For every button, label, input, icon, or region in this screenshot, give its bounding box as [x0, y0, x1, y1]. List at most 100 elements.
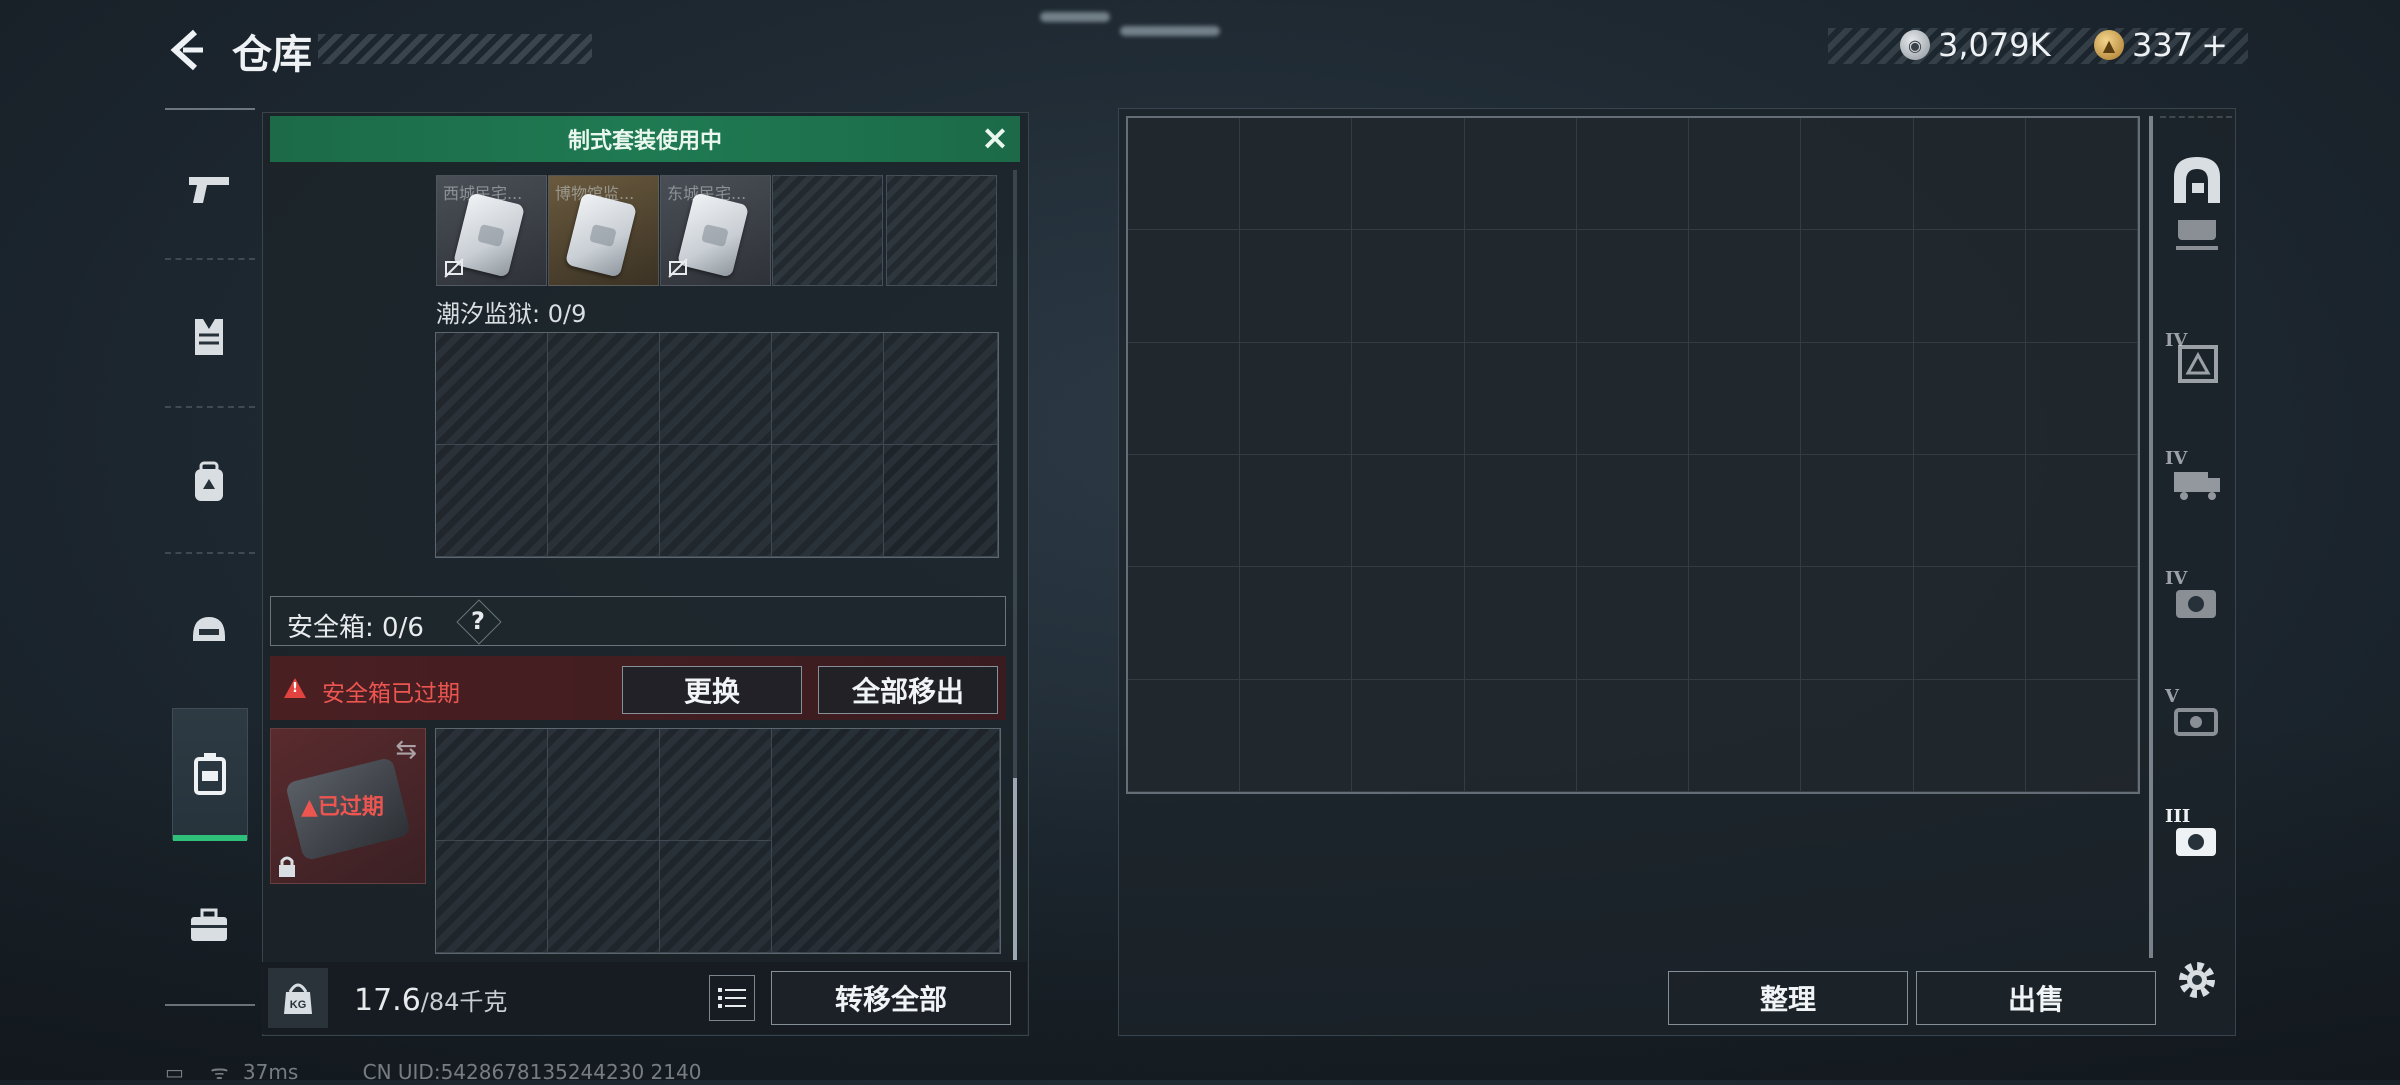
stash-cell[interactable]	[1464, 567, 1577, 680]
stash-cell[interactable]	[2025, 230, 2138, 343]
stash-cell[interactable]	[1352, 455, 1465, 568]
stash-cell[interactable]	[2025, 567, 2138, 680]
safe-box-grid[interactable]	[435, 728, 1001, 954]
stash-cell[interactable]	[1128, 230, 1241, 343]
grid-cell[interactable]	[436, 841, 548, 953]
grid-cell[interactable]	[884, 333, 998, 445]
stash-cell[interactable]	[1240, 567, 1353, 680]
stash-cell[interactable]	[1464, 679, 1577, 792]
stash-cell[interactable]	[1128, 118, 1241, 231]
safe-box-item[interactable]: ⇆ ▲已过期	[270, 728, 426, 884]
grid-cell[interactable]	[548, 445, 660, 557]
stash-cell[interactable]	[1689, 567, 1802, 680]
grid-cell[interactable]	[548, 841, 660, 953]
tab-stash-main[interactable]	[2165, 148, 2229, 212]
stash-cell[interactable]	[1576, 118, 1690, 231]
stash-cell[interactable]	[1240, 342, 1353, 455]
add-currency-icon[interactable]: +	[2201, 26, 2228, 64]
stash-cell[interactable]	[1913, 342, 2026, 455]
list-view-button[interactable]	[709, 975, 755, 1021]
key-slot[interactable]: 博物馆监...	[548, 175, 659, 286]
stash-cell[interactable]	[1128, 342, 1241, 455]
stash-cell[interactable]	[1913, 679, 2026, 792]
nav-safe-box[interactable]	[172, 708, 248, 841]
stash-cell[interactable]	[1464, 342, 1577, 455]
stash-cell[interactable]	[1464, 230, 1577, 343]
stash-cell[interactable]	[1352, 230, 1465, 343]
help-icon[interactable]: ?	[471, 607, 485, 635]
swap-icon[interactable]: ⇆	[395, 735, 417, 765]
stash-cell[interactable]	[1913, 118, 2026, 231]
stash-cell[interactable]	[1576, 230, 1690, 343]
stash-grid[interactable]	[1126, 116, 2140, 794]
stash-cell[interactable]	[1689, 230, 1802, 343]
stash-cell[interactable]	[1352, 118, 1465, 231]
remove-all-button[interactable]: 全部移出	[818, 666, 998, 714]
stash-cell[interactable]	[1128, 567, 1241, 680]
stash-cell[interactable]	[1352, 567, 1465, 680]
stash-cell[interactable]	[1576, 455, 1690, 568]
tab-level-projector[interactable]: V	[2165, 686, 2229, 750]
sort-button[interactable]: 整理	[1668, 971, 1908, 1025]
grid-cell[interactable]	[436, 333, 548, 445]
stash-cell[interactable]	[1352, 679, 1465, 792]
stash-cell[interactable]	[2025, 679, 2138, 792]
stash-cell[interactable]	[1913, 230, 2026, 343]
stash-cell[interactable]	[1464, 455, 1577, 568]
stash-cell[interactable]	[1801, 679, 1914, 792]
gold-currency[interactable]: ▲ 337 +	[2094, 26, 2228, 64]
stash-cell[interactable]	[1801, 342, 1914, 455]
nav-helmet[interactable]	[172, 594, 246, 668]
stash-cell[interactable]	[1128, 455, 1241, 568]
stash-cell[interactable]	[1576, 567, 1690, 680]
transfer-all-button[interactable]: 转移全部	[771, 971, 1011, 1025]
stash-cell[interactable]	[1464, 118, 1577, 231]
back-button[interactable]	[165, 28, 209, 72]
stash-cell[interactable]	[1240, 230, 1353, 343]
tab-level-truck[interactable]: IV	[2165, 448, 2229, 512]
loadout-scroll-thumb[interactable]	[1013, 778, 1017, 960]
stash-cell[interactable]	[2025, 342, 2138, 455]
grid-cell[interactable]	[436, 445, 548, 557]
tab-level-camera[interactable]: IV	[2165, 568, 2229, 632]
stash-cell[interactable]	[2025, 118, 2138, 231]
stash-cell[interactable]	[2025, 455, 2138, 568]
settings-gear-icon[interactable]	[2173, 956, 2221, 1004]
grid-cell[interactable]	[436, 729, 548, 841]
grid-cell[interactable]	[660, 841, 772, 953]
stash-cell[interactable]	[1352, 342, 1465, 455]
stash-cell[interactable]	[1801, 567, 1914, 680]
grid-cell[interactable]	[660, 333, 772, 445]
stash-cell[interactable]	[1913, 567, 2026, 680]
stash-cell[interactable]	[1801, 118, 1914, 231]
stash-cell[interactable]	[1240, 118, 1353, 231]
grid-cell[interactable]	[660, 729, 772, 841]
close-icon[interactable]: ×	[980, 121, 1010, 155]
stash-cell[interactable]	[1240, 455, 1353, 568]
replace-button[interactable]: 更换	[622, 666, 802, 714]
stash-cell[interactable]	[1801, 230, 1914, 343]
nav-weapons[interactable]	[172, 152, 246, 226]
stash-cell[interactable]	[1689, 118, 1802, 231]
nav-toolbox[interactable]	[172, 888, 246, 962]
grid-cell[interactable]	[548, 729, 660, 841]
grid-cell[interactable]	[548, 333, 660, 445]
stash-cell[interactable]	[1689, 342, 1802, 455]
stash-cell[interactable]	[1913, 455, 2026, 568]
stash-scrollbar[interactable]	[2149, 116, 2153, 958]
stash-cell[interactable]	[1240, 679, 1353, 792]
stash-cell[interactable]	[1689, 455, 1802, 568]
stash-cell[interactable]	[1576, 679, 1690, 792]
grid-cell[interactable]	[772, 333, 884, 445]
stash-cell[interactable]	[1576, 342, 1690, 455]
grid-cell[interactable]	[772, 445, 884, 557]
empty-key-slot[interactable]	[772, 175, 883, 286]
tab-level-camera-active[interactable]: III	[2165, 806, 2229, 870]
sell-button[interactable]: 出售	[1916, 971, 2156, 1025]
prison-key-grid[interactable]	[435, 332, 999, 558]
tab-gun-case[interactable]	[2165, 220, 2229, 260]
nav-backpack[interactable]	[172, 446, 246, 520]
key-slot[interactable]: 东城民宅...	[660, 175, 771, 286]
stash-cell[interactable]	[1801, 455, 1914, 568]
stash-cell[interactable]	[1128, 679, 1241, 792]
